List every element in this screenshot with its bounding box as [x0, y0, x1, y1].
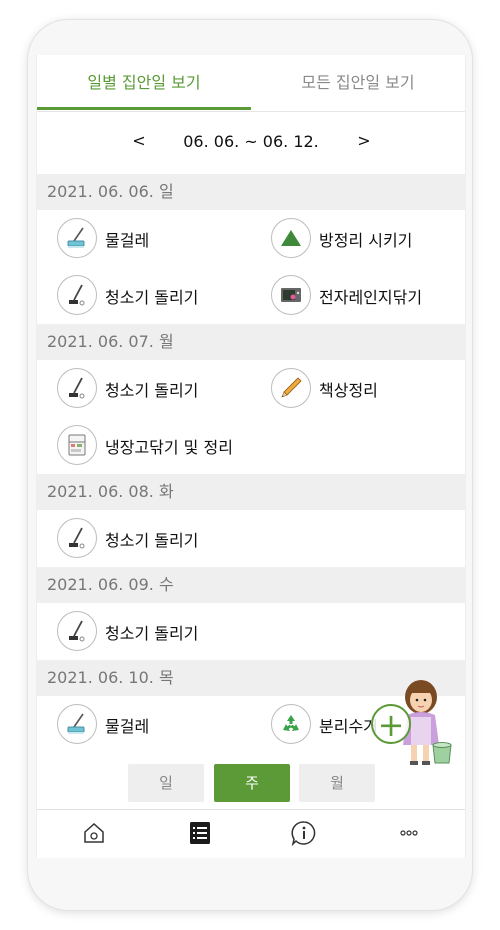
chore-label: 분리수거 — [319, 717, 378, 736]
chore-label: 물걸레 — [105, 717, 150, 736]
day-items: 청소기 돌리기 — [37, 510, 465, 567]
week-range-label: 06. 06. ~ 06. 12. — [183, 132, 319, 151]
triangle-icon — [271, 218, 311, 258]
vacuum-icon — [57, 368, 97, 408]
chore-item[interactable]: 냉장고닦기 및 정리 — [37, 417, 251, 474]
chore-item[interactable]: 청소기 돌리기 — [37, 360, 251, 417]
microwave-icon — [271, 275, 311, 315]
info-icon[interactable] — [289, 818, 319, 848]
day-items: 청소기 돌리기 — [37, 603, 465, 660]
chore-label: 물걸레 — [105, 231, 150, 250]
chore-item[interactable]: 물걸레 — [37, 210, 251, 267]
bottom-navigation — [37, 809, 465, 858]
week-navigator: < 06. 06. ~ 06. 12. > — [37, 119, 465, 169]
vacuum-icon — [57, 275, 97, 315]
chore-item[interactable]: 청소기 돌리기 — [37, 510, 251, 567]
vacuum-icon — [57, 518, 97, 558]
day-items: 물걸레 방정리 시키기 청소기 돌리기 전자레인지닦기 — [37, 210, 465, 324]
chore-item[interactable]: 청소기 돌리기 — [37, 603, 251, 660]
tab-bar: 일별 집안일 보기 모든 집안일 보기 — [37, 55, 465, 112]
chore-item[interactable]: 물걸레 — [37, 696, 251, 753]
chore-label: 청소기 돌리기 — [105, 381, 199, 400]
vacuum-icon — [57, 611, 97, 651]
period-week-button[interactable]: 주 — [214, 764, 290, 802]
chore-label: 청소기 돌리기 — [105, 624, 199, 643]
tab-all-chores[interactable]: 모든 집안일 보기 — [251, 55, 465, 111]
chore-label: 전자레인지닦기 — [319, 288, 423, 307]
chore-label: 청소기 돌리기 — [105, 288, 199, 307]
day-header: 2021. 06. 08. 화 — [37, 474, 465, 510]
chore-item[interactable]: 책상정리 — [251, 360, 465, 417]
chore-label: 책상정리 — [319, 381, 378, 400]
active-tab-indicator — [37, 107, 251, 110]
chore-item[interactable]: 청소기 돌리기 — [37, 267, 251, 324]
list-icon[interactable] — [185, 818, 215, 848]
recycle-icon — [271, 704, 311, 744]
period-day-button[interactable]: 일 — [128, 764, 204, 802]
tab-daily-chores[interactable]: 일별 집안일 보기 — [37, 55, 251, 111]
chore-label: 방정리 시키기 — [319, 231, 413, 250]
home-icon[interactable] — [79, 818, 109, 848]
chore-list[interactable]: 2021. 06. 06. 일 물걸레 방정리 시키기 청소기 돌리기 전자레인… — [37, 174, 465, 759]
mop-icon — [57, 218, 97, 258]
next-week-button[interactable]: > — [352, 131, 376, 150]
chore-label: 청소기 돌리기 — [105, 531, 199, 550]
pencil-icon — [271, 368, 311, 408]
add-chore-button[interactable]: + — [371, 704, 411, 744]
more-icon[interactable] — [394, 818, 424, 848]
app-screen: 일별 집안일 보기 모든 집안일 보기 < 06. 06. ~ 06. 12. … — [36, 55, 466, 858]
chore-item[interactable]: 방정리 시키기 — [251, 210, 465, 267]
fridge-icon — [57, 425, 97, 465]
period-month-button[interactable]: 월 — [299, 764, 375, 802]
mop-icon — [57, 704, 97, 744]
chore-item[interactable] — [37, 753, 251, 759]
day-header: 2021. 06. 06. 일 — [37, 174, 465, 210]
day-header: 2021. 06. 07. 월 — [37, 324, 465, 360]
chore-item[interactable]: 전자레인지닦기 — [251, 267, 465, 324]
day-items: 청소기 돌리기 책상정리 냉장고닦기 및 정리 — [37, 360, 465, 474]
day-header: 2021. 06. 09. 수 — [37, 567, 465, 603]
chore-label: 냉장고닦기 및 정리 — [105, 438, 233, 457]
